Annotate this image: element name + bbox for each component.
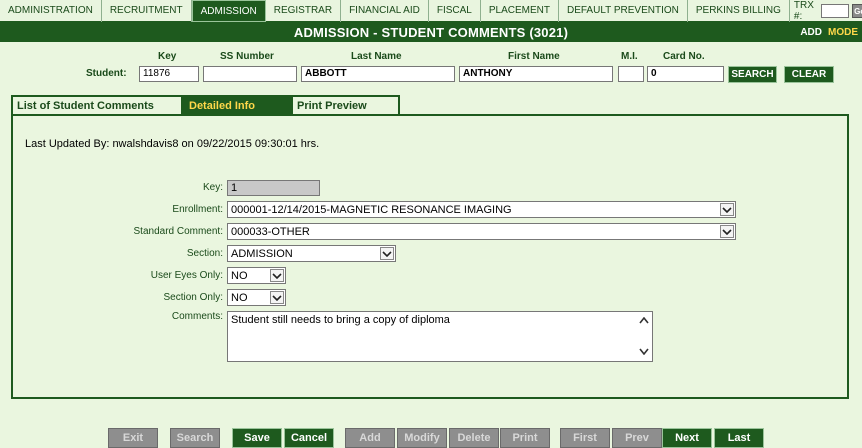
- nav-item-fiscal[interactable]: FISCAL: [429, 0, 481, 22]
- first-name-field[interactable]: ANTHONY: [459, 66, 613, 82]
- trx-group: TRX #: Go!: [794, 0, 862, 22]
- go-button[interactable]: Go!: [852, 3, 862, 18]
- comments-scrollbar[interactable]: [636, 312, 652, 361]
- header-key: Key: [158, 51, 177, 62]
- user-eyes-only-select[interactable]: NO: [227, 267, 286, 284]
- trx-label: TRX #:: [793, 0, 814, 22]
- user-eyes-only-value: NO: [231, 270, 248, 282]
- chevron-down-icon[interactable]: [270, 269, 284, 282]
- chevron-down-icon[interactable]: [270, 291, 284, 304]
- section-value: ADMISSION: [231, 248, 293, 260]
- chevron-down-icon[interactable]: [639, 346, 649, 358]
- cancel-button[interactable]: Cancel: [284, 428, 334, 448]
- header-ss-number: SS Number: [220, 51, 274, 62]
- enrollment-select[interactable]: 000001-12/14/2015-MAGNETIC RESONANCE IMA…: [227, 201, 736, 218]
- nav-item-perkins-billing[interactable]: PERKINS BILLING: [688, 0, 790, 22]
- mode-label: MODE: [828, 26, 858, 38]
- nav-item-placement[interactable]: PLACEMENT: [481, 0, 559, 22]
- ss-number-field[interactable]: [203, 66, 297, 82]
- print-button[interactable]: Print: [500, 428, 550, 448]
- standard-comment-value: 000033-OTHER: [231, 226, 310, 238]
- mode-indicator: ADD MODE: [800, 27, 858, 38]
- nav-item-administration[interactable]: ADMINISTRATION: [0, 0, 102, 22]
- section-only-select[interactable]: NO: [227, 289, 286, 306]
- nav-item-financial-aid[interactable]: FINANCIAL AID: [341, 0, 429, 22]
- mi-field[interactable]: [618, 66, 644, 82]
- header-mi: M.I.: [621, 51, 638, 62]
- key-field: 1: [227, 180, 320, 196]
- first-button[interactable]: First: [560, 428, 610, 448]
- tab-print-preview[interactable]: Print Preview: [291, 95, 400, 115]
- nav-item-default-prevention[interactable]: DEFAULT PREVENTION: [559, 0, 688, 22]
- section-label: Section:: [186, 248, 223, 259]
- comments-textarea[interactable]: Student still needs to bring a copy of d…: [227, 311, 653, 362]
- enrollment-value: 000001-12/14/2015-MAGNETIC RESONANCE IMA…: [231, 204, 512, 216]
- key-label: Key:: [202, 182, 223, 193]
- last-name-field[interactable]: ABBOTT: [301, 66, 455, 82]
- nav-item-registrar[interactable]: REGISTRAR: [266, 0, 342, 22]
- nav-item-admission[interactable]: ADMISSION: [191, 0, 266, 22]
- mode-add-label: ADD: [800, 26, 822, 38]
- comments-value: Student still needs to bring a copy of d…: [231, 314, 450, 326]
- save-button[interactable]: Save: [232, 428, 282, 448]
- modify-button[interactable]: Modify: [397, 428, 447, 448]
- student-key-field[interactable]: 11876: [139, 66, 199, 82]
- section-select[interactable]: ADMISSION: [227, 245, 396, 262]
- trx-input[interactable]: [821, 3, 850, 18]
- enrollment-label: Enrollment:: [172, 204, 223, 215]
- tab-list-of-student-comments[interactable]: List of Student Comments: [11, 95, 183, 115]
- next-button[interactable]: Next: [662, 428, 712, 448]
- prev-button[interactable]: Prev: [612, 428, 662, 448]
- header-last-name: Last Name: [351, 51, 402, 62]
- header-first-name: First Name: [508, 51, 560, 62]
- add-button[interactable]: Add: [345, 428, 395, 448]
- header-card-no: Card No.: [663, 51, 705, 62]
- title-bar: ADMISSION - STUDENT COMMENTS (3021) ADD M…: [0, 22, 862, 42]
- chevron-down-icon[interactable]: [380, 247, 394, 260]
- standard-comment-label: Standard Comment:: [133, 226, 224, 237]
- section-only-value: NO: [231, 292, 248, 304]
- page-title: ADMISSION - STUDENT COMMENTS (3021): [293, 24, 569, 40]
- chevron-down-icon[interactable]: [720, 203, 734, 216]
- top-nav: ADMINISTRATION RECRUITMENT ADMISSION REG…: [0, 0, 862, 22]
- card-no-field[interactable]: 0: [647, 66, 724, 82]
- search-toolbar-button[interactable]: Search: [170, 428, 220, 448]
- user-eyes-only-label: User Eyes Only:: [150, 270, 223, 281]
- chevron-up-icon[interactable]: [639, 315, 649, 327]
- last-updated-text: Last Updated By: nwalshdavis8 on 09/22/2…: [25, 138, 320, 150]
- nav-item-recruitment[interactable]: RECRUITMENT: [102, 0, 192, 22]
- search-button[interactable]: SEARCH: [728, 66, 777, 83]
- section-only-label: Section Only:: [163, 292, 223, 303]
- tab-detailed-info[interactable]: Detailed Info: [183, 95, 291, 115]
- clear-button[interactable]: CLEAR: [784, 66, 834, 83]
- chevron-down-icon[interactable]: [720, 225, 734, 238]
- student-row-label: Student:: [86, 68, 127, 79]
- standard-comment-select[interactable]: 000033-OTHER: [227, 223, 736, 240]
- delete-button[interactable]: Delete: [449, 428, 499, 448]
- exit-button[interactable]: Exit: [108, 428, 158, 448]
- comments-label: Comments:: [171, 311, 223, 322]
- last-button[interactable]: Last: [714, 428, 764, 448]
